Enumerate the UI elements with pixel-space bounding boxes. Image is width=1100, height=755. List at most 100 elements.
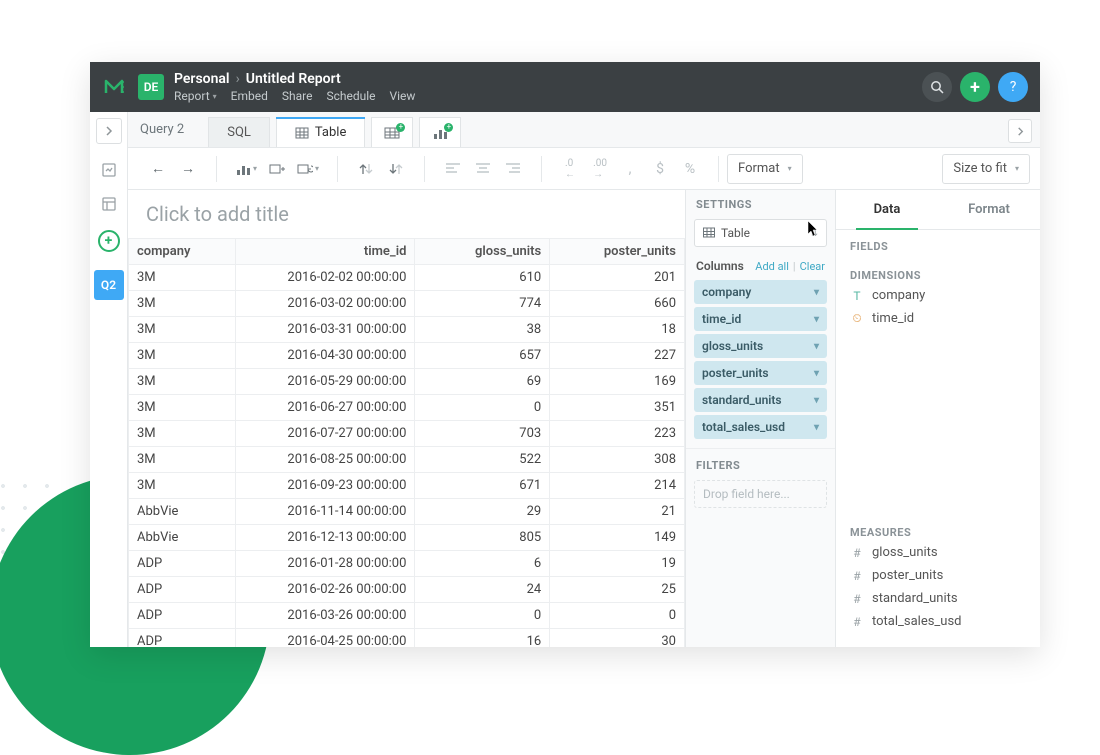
table-cell[interactable]: 30 xyxy=(550,629,685,648)
table-cell[interactable]: 671 xyxy=(415,473,550,499)
tab-new-chart[interactable]: + xyxy=(419,117,461,147)
clear-link[interactable]: Clear xyxy=(800,260,825,273)
table-row[interactable]: 3M2016-02-02 00:00:00610201 xyxy=(129,265,685,291)
table-cell[interactable]: 3M xyxy=(129,395,236,421)
table-row[interactable]: 3M2016-09-23 00:00:00671214 xyxy=(129,473,685,499)
column-pill[interactable]: poster_units▾ xyxy=(694,361,827,385)
menu-view[interactable]: View xyxy=(390,89,416,103)
table-cell[interactable]: 6 xyxy=(415,551,550,577)
table-cell[interactable]: 308 xyxy=(550,447,685,473)
table-cell[interactable]: 657 xyxy=(415,343,550,369)
table-cell[interactable]: 21 xyxy=(550,499,685,525)
menu-embed[interactable]: Embed xyxy=(231,89,268,103)
tab-table[interactable]: Table xyxy=(276,117,365,147)
table-cell[interactable]: 0 xyxy=(550,603,685,629)
table-row[interactable]: 3M2016-05-29 00:00:0069169 xyxy=(129,369,685,395)
measure-field[interactable]: #total_sales_usd xyxy=(836,610,1040,633)
rail-add-query-button[interactable]: + xyxy=(98,230,120,252)
table-cell[interactable]: 18 xyxy=(550,317,685,343)
table-cell[interactable]: ADP xyxy=(129,551,236,577)
column-pill[interactable]: total_sales_usd▾ xyxy=(694,415,827,439)
table-cell[interactable]: 660 xyxy=(550,291,685,317)
dimension-field[interactable]: Tcompany xyxy=(836,284,1040,307)
fields-tab-data[interactable]: Data xyxy=(836,190,938,229)
table-cell[interactable]: 2016-07-27 00:00:00 xyxy=(235,421,415,447)
table-cell[interactable]: 38 xyxy=(415,317,550,343)
table-cell[interactable]: 3M xyxy=(129,473,236,499)
table-cell[interactable]: 3M xyxy=(129,447,236,473)
redo-button[interactable]: → xyxy=(174,155,202,183)
table-row[interactable]: 3M2016-08-25 00:00:00522308 xyxy=(129,447,685,473)
tab-sql[interactable]: SQL xyxy=(208,117,270,147)
table-cell[interactable]: 169 xyxy=(550,369,685,395)
table-cell[interactable]: 227 xyxy=(550,343,685,369)
table-cell[interactable]: 703 xyxy=(415,421,550,447)
table-cell[interactable]: 223 xyxy=(550,421,685,447)
percent-button[interactable]: % xyxy=(676,155,704,183)
table-row[interactable]: ADP2016-03-26 00:00:0000 xyxy=(129,603,685,629)
currency-button[interactable]: $ xyxy=(646,155,674,183)
table-cell[interactable]: 2016-01-28 00:00:00 xyxy=(235,551,415,577)
table-cell[interactable]: 774 xyxy=(415,291,550,317)
size-dropdown[interactable]: Size to fit▾ xyxy=(942,154,1030,184)
table-cell[interactable]: 3M xyxy=(129,421,236,447)
col-header-time-id[interactable]: time_id xyxy=(235,239,415,265)
table-cell[interactable]: 2016-09-23 00:00:00 xyxy=(235,473,415,499)
insert-column-button[interactable]: ▾ xyxy=(293,155,323,183)
table-cell[interactable]: 3M xyxy=(129,369,236,395)
table-cell[interactable]: 3M xyxy=(129,265,236,291)
table-row[interactable]: ADP2016-02-26 00:00:002425 xyxy=(129,577,685,603)
measure-field[interactable]: #standard_units xyxy=(836,587,1040,610)
table-cell[interactable]: 2016-04-30 00:00:00 xyxy=(235,343,415,369)
table-row[interactable]: 3M2016-03-31 00:00:003818 xyxy=(129,317,685,343)
table-cell[interactable]: 69 xyxy=(415,369,550,395)
table-row[interactable]: ADP2016-04-25 00:00:001630 xyxy=(129,629,685,648)
table-cell[interactable]: 522 xyxy=(415,447,550,473)
table-cell[interactable]: 3M xyxy=(129,317,236,343)
rail-layout-icon[interactable] xyxy=(101,196,117,212)
menu-schedule[interactable]: Schedule xyxy=(326,89,375,103)
workspace-badge[interactable]: DE xyxy=(138,74,164,100)
table-cell[interactable]: 0 xyxy=(415,603,550,629)
align-right-button[interactable] xyxy=(499,155,527,183)
column-pill[interactable]: time_id▾ xyxy=(694,307,827,331)
tab-new-table[interactable]: + xyxy=(371,117,413,147)
rail-report-icon[interactable] xyxy=(101,162,117,178)
table-row[interactable]: AbbVie2016-11-14 00:00:002921 xyxy=(129,499,685,525)
table-cell[interactable]: 25 xyxy=(550,577,685,603)
measure-field[interactable]: #poster_units xyxy=(836,564,1040,587)
help-button[interactable]: ? xyxy=(998,72,1028,102)
table-cell[interactable]: 24 xyxy=(415,577,550,603)
col-header-poster-units[interactable]: poster_units xyxy=(550,239,685,265)
col-header-company[interactable]: company xyxy=(129,239,236,265)
table-row[interactable]: 3M2016-06-27 00:00:000351 xyxy=(129,395,685,421)
table-cell[interactable]: 805 xyxy=(415,525,550,551)
chart-title-input[interactable]: Click to add title xyxy=(128,190,685,238)
table-cell[interactable]: ADP xyxy=(129,577,236,603)
table-cell[interactable]: 2016-03-02 00:00:00 xyxy=(235,291,415,317)
rail-query-badge[interactable]: Q2 xyxy=(94,270,124,300)
increase-decimals-button[interactable]: .00→ xyxy=(586,155,614,183)
dimension-field[interactable]: ⏲time_id xyxy=(836,307,1040,330)
column-pill[interactable]: gloss_units▾ xyxy=(694,334,827,358)
insert-chart-button[interactable]: ▾ xyxy=(231,155,261,183)
table-cell[interactable]: 0 xyxy=(415,395,550,421)
table-cell[interactable]: 16 xyxy=(415,629,550,648)
fields-tab-format[interactable]: Format xyxy=(938,190,1040,229)
column-pill[interactable]: standard_units▾ xyxy=(694,388,827,412)
menu-report[interactable]: Report▾ xyxy=(174,89,217,103)
viz-type-dropdown[interactable]: Table ⇅ xyxy=(694,219,827,247)
table-cell[interactable]: 29 xyxy=(415,499,550,525)
breadcrumb-report-title[interactable]: Untitled Report xyxy=(246,71,341,87)
table-cell[interactable]: 214 xyxy=(550,473,685,499)
table-row[interactable]: AbbVie2016-12-13 00:00:00805149 xyxy=(129,525,685,551)
table-cell[interactable]: ADP xyxy=(129,629,236,648)
column-pill[interactable]: company▾ xyxy=(694,280,827,304)
table-cell[interactable]: 2016-04-25 00:00:00 xyxy=(235,629,415,648)
table-cell[interactable]: 149 xyxy=(550,525,685,551)
table-cell[interactable]: 3M xyxy=(129,343,236,369)
table-cell[interactable]: 2016-02-02 00:00:00 xyxy=(235,265,415,291)
table-cell[interactable]: 19 xyxy=(550,551,685,577)
panel-collapse-button[interactable] xyxy=(1008,119,1032,143)
add-button[interactable]: + xyxy=(960,72,990,102)
